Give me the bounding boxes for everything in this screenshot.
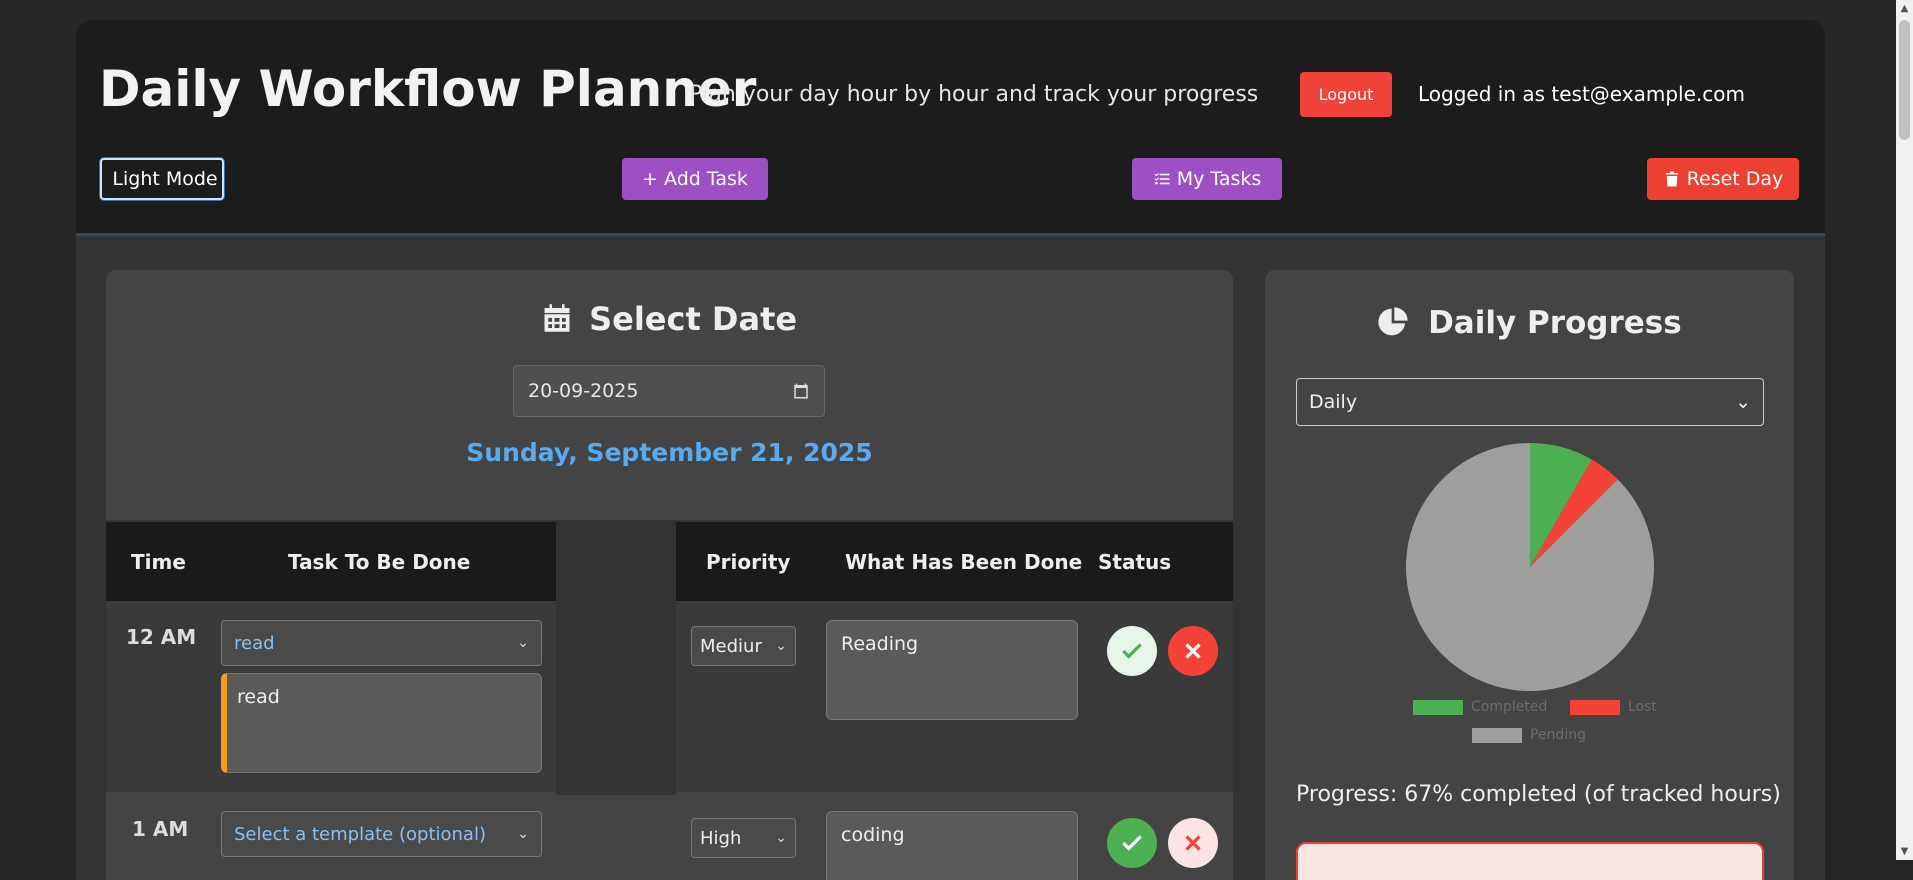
alert-box <box>1296 842 1764 880</box>
header-priority: Priority <box>706 550 791 574</box>
table-gap <box>556 792 676 795</box>
template-select[interactable]: Select a template (optional) ⌄ <box>221 811 542 857</box>
legend-pending: Pending <box>1472 727 1586 743</box>
priority-select-value: High <box>700 827 742 849</box>
scroll-thumb[interactable] <box>1899 20 1910 140</box>
template-select-value: Select a template (optional) <box>234 823 486 845</box>
close-icon <box>1185 835 1201 851</box>
daily-progress-heading: Daily Progress <box>1265 305 1794 341</box>
check-icon <box>1122 835 1142 851</box>
chevron-down-icon: ⌄ <box>1735 391 1751 413</box>
template-select[interactable]: read ⌄ <box>221 620 542 666</box>
my-tasks-button[interactable]: My Tasks <box>1132 158 1282 200</box>
my-tasks-label: My Tasks <box>1176 168 1262 190</box>
legend-completed-label: Completed <box>1471 699 1548 715</box>
daily-progress-label: Daily Progress <box>1428 305 1682 341</box>
select-date-heading: Select Date <box>106 300 1233 338</box>
reset-day-button[interactable]: Reset Day <box>1647 158 1799 200</box>
header-done: What Has Been Done <box>845 550 1083 574</box>
logged-in-text: Logged in as test@example.com <box>1418 82 1745 106</box>
chevron-down-icon: ⌄ <box>775 638 787 654</box>
logout-button[interactable]: Logout <box>1300 72 1392 117</box>
table-header-right: Priority What Has Been Done Status <box>676 522 1233 601</box>
trash-icon <box>1665 171 1678 187</box>
priority-select[interactable]: Mediur ⌄ <box>691 626 796 666</box>
chevron-down-icon: ⌄ <box>775 830 787 846</box>
add-task-button[interactable]: + Add Task <box>622 158 768 200</box>
pie-slice-pending <box>1406 443 1654 691</box>
page-subtitle: Plan your day hour by hour and track you… <box>689 82 1259 107</box>
complete-button[interactable] <box>1107 818 1157 868</box>
done-textarea[interactable]: coding <box>826 811 1078 880</box>
chevron-down-icon: ⌄ <box>517 635 529 651</box>
legend-lost: Lost <box>1570 699 1657 715</box>
light-mode-label: Light Mode <box>112 168 218 190</box>
date-input[interactable]: 20-09-2025 <box>513 365 825 417</box>
close-icon <box>1185 643 1201 659</box>
legend-swatch <box>1472 727 1522 743</box>
task-textarea-text: read <box>237 686 280 708</box>
chevron-down-icon: ⌄ <box>517 826 529 842</box>
header-time: Time <box>131 550 186 574</box>
table-header-left: Time Task To Be Done <box>106 522 556 601</box>
check-icon <box>1122 643 1142 659</box>
date-input-value: 20-09-2025 <box>528 380 639 402</box>
header-status: Status <box>1098 550 1172 574</box>
progress-panel: Daily Progress Daily ⌄ Completed Lost Pe… <box>1265 270 1794 880</box>
legend-completed: Completed <box>1413 699 1547 715</box>
checklist-icon <box>1154 173 1170 185</box>
row-time: 1 AM <box>132 817 189 841</box>
done-textarea[interactable]: Reading <box>826 620 1078 720</box>
app-container: Daily Workflow Planner Plan your day hou… <box>76 20 1825 880</box>
legend-swatch <box>1413 699 1463 715</box>
period-select[interactable]: Daily ⌄ <box>1296 378 1764 426</box>
calendar-icon <box>544 304 570 332</box>
progress-text: Progress: 67% completed (of tracked hour… <box>1296 782 1781 807</box>
calendar-picker-icon[interactable] <box>792 382 810 400</box>
lost-button[interactable] <box>1168 626 1218 676</box>
template-select-value: read <box>234 632 275 654</box>
page-scrollbar[interactable]: ▲ ▼ <box>1896 0 1913 860</box>
header-task: Task To Be Done <box>288 550 471 574</box>
page-title: Daily Workflow Planner <box>99 60 757 118</box>
legend-lost-label: Lost <box>1628 699 1657 715</box>
pie-chart-icon <box>1378 307 1408 336</box>
done-textarea-text: Reading <box>841 633 919 655</box>
select-date-label: Select Date <box>589 300 798 338</box>
legend-pending-label: Pending <box>1530 727 1586 743</box>
lost-button[interactable] <box>1168 818 1218 868</box>
light-mode-button[interactable]: Light Mode <box>100 158 224 200</box>
selected-date-long: Sunday, September 21, 2025 <box>466 438 873 467</box>
reset-day-label: Reset Day <box>1686 168 1784 190</box>
complete-button[interactable] <box>1107 626 1157 676</box>
scroll-up-arrow-icon[interactable]: ▲ <box>1896 0 1913 17</box>
scroll-down-arrow-icon[interactable]: ▼ <box>1896 843 1913 860</box>
add-task-label: + Add Task <box>642 168 748 190</box>
table-gap <box>556 601 676 792</box>
priority-select-value: Mediur <box>700 635 762 657</box>
header: Daily Workflow Planner Plan your day hou… <box>76 20 1825 236</box>
date-panel: Select Date 20-09-2025 Sunday, September… <box>106 270 1233 520</box>
progress-pie-chart <box>1406 443 1654 691</box>
period-select-value: Daily <box>1309 391 1358 413</box>
priority-select[interactable]: High ⌄ <box>691 818 796 858</box>
row-time: 12 AM <box>126 625 197 649</box>
legend-swatch <box>1570 699 1620 715</box>
done-textarea-text: coding <box>841 824 905 846</box>
task-textarea[interactable]: read <box>221 673 542 773</box>
